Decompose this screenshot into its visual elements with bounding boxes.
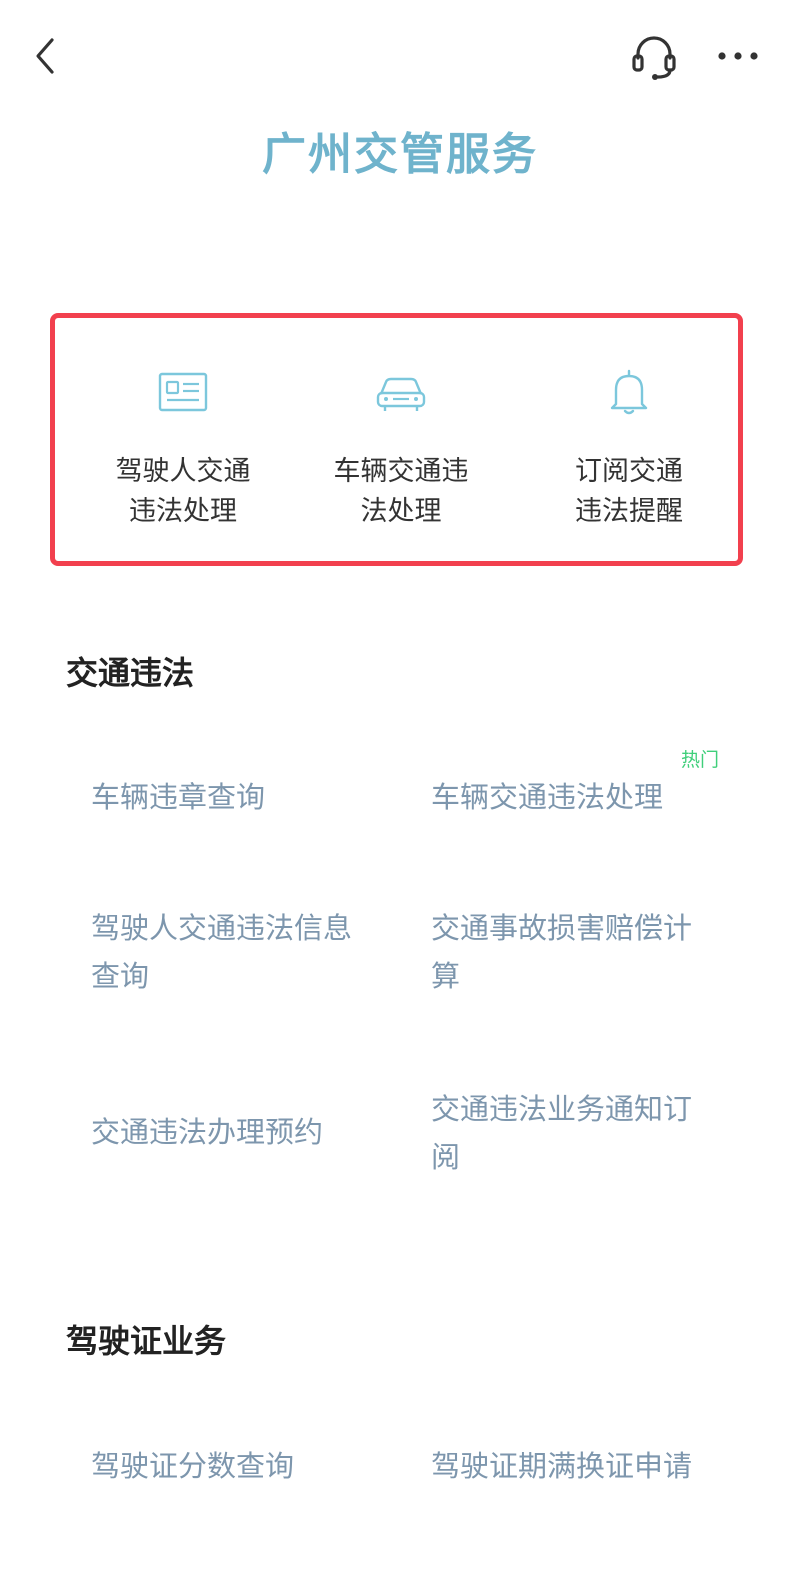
customer-service-button[interactable] bbox=[628, 30, 680, 82]
car-icon bbox=[376, 377, 426, 411]
service-license-points-query[interactable]: 驾驶证分数查询 bbox=[91, 1442, 391, 1490]
quick-action-vehicle-violation[interactable]: 车辆交通违 法处理 bbox=[291, 318, 511, 561]
service-violation-appointment[interactable]: 交通违法办理预约 bbox=[91, 1108, 391, 1156]
service-vehicle-violation-handling[interactable]: 车辆交通违法处理 bbox=[431, 773, 731, 821]
chevron-left-icon bbox=[36, 38, 54, 74]
hot-badge: 热门 bbox=[681, 749, 720, 771]
quick-action-driver-violation[interactable]: 驾驶人交通 违法处理 bbox=[73, 318, 293, 561]
quick-action-label: 驾驶人交通 违法处理 bbox=[115, 456, 251, 527]
page-title: 广州交管服务 bbox=[262, 129, 538, 180]
id-card-icon bbox=[158, 372, 208, 412]
top-bar bbox=[0, 0, 800, 110]
quick-action-label: 订阅交通 违法提醒 bbox=[575, 456, 683, 527]
service-vehicle-violation-query[interactable]: 车辆违章查询 bbox=[91, 773, 391, 821]
back-button[interactable] bbox=[28, 34, 68, 78]
service-accident-compensation-calc[interactable]: 交通事故损害赔偿计 算 bbox=[431, 904, 731, 1000]
headset-icon bbox=[632, 36, 676, 80]
more-button[interactable] bbox=[712, 36, 764, 76]
service-violation-notice-subscription[interactable]: 交通违法业务通知订 阅 bbox=[431, 1085, 731, 1181]
quick-action-subscribe-reminder[interactable]: 订阅交通 违法提醒 bbox=[519, 318, 739, 561]
service-license-renewal-application[interactable]: 驾驶证期满换证申请 bbox=[431, 1442, 731, 1490]
more-dots-icon bbox=[718, 52, 758, 60]
bell-icon bbox=[610, 369, 648, 415]
quick-actions-panel: 驾驶人交通 违法处理 车辆交通违 法处理 订阅交通 违法提醒 bbox=[50, 313, 743, 566]
section-title-traffic-violation: 交通违法 bbox=[66, 654, 195, 692]
service-driver-violation-info-query[interactable]: 驾驶人交通违法信息 查询 bbox=[91, 904, 391, 1000]
quick-action-label: 车辆交通违 法处理 bbox=[333, 456, 469, 527]
section-title-license-business: 驾驶证业务 bbox=[66, 1322, 227, 1360]
